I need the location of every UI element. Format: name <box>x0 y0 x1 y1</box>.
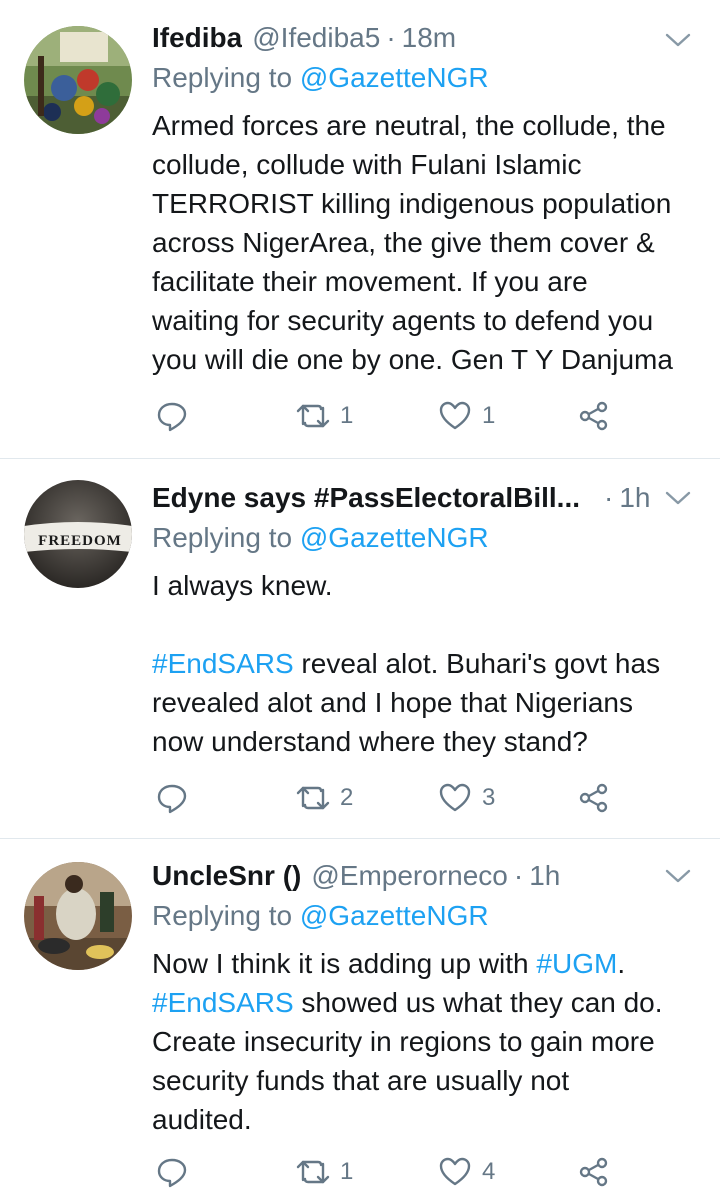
like-button[interactable]: 4 <box>438 1152 495 1192</box>
replying-prefix: Replying to <box>152 900 293 931</box>
like-button[interactable]: 1 <box>438 396 495 436</box>
like-count: 4 <box>482 1158 496 1185</box>
reply-button[interactable] <box>156 1152 188 1192</box>
chevron-down-icon[interactable] <box>664 866 692 886</box>
reply-icon <box>157 402 187 432</box>
reply-button[interactable] <box>156 396 188 436</box>
mention-link[interactable]: @GazetteNGR <box>300 900 489 931</box>
user-name[interactable]: UncleSnr () <box>152 860 301 892</box>
mention-link[interactable]: @GazetteNGR <box>300 62 489 93</box>
reply-icon <box>157 1158 187 1188</box>
share-icon <box>579 1157 608 1187</box>
heart-icon <box>439 401 471 430</box>
tweet-text: Armed forces are neutral, the collude, t… <box>152 106 696 379</box>
retweet-button[interactable]: 1 <box>296 396 353 436</box>
text-fragment: showed us what they can do. <box>293 987 663 1018</box>
retweet-icon <box>296 404 330 428</box>
text-line: Armed forces are neutral, the collude, t… <box>152 110 666 141</box>
replying-to: Replying to @GazetteNGR <box>152 522 489 554</box>
separator-dot: · <box>513 860 524 891</box>
timestamp[interactable]: 1h <box>619 482 650 514</box>
user-handle[interactable]: @Ifediba5 <box>252 22 380 54</box>
tweet-text: Now I think it is adding up with #UGM. #… <box>152 944 696 1139</box>
reply-icon <box>157 784 187 814</box>
mention-link[interactable]: @GazetteNGR <box>300 522 489 553</box>
like-button[interactable]: 3 <box>438 778 495 818</box>
retweet-count: 2 <box>340 784 354 811</box>
replying-prefix: Replying to <box>152 522 293 553</box>
timestamp[interactable]: 1h <box>529 860 560 892</box>
user-name[interactable]: Ifediba <box>152 22 242 54</box>
tweet-actions: 1 1 <box>152 396 632 436</box>
tweet[interactable]: FREEDOM Edyne says #PassElectoralBill...… <box>0 460 720 838</box>
chevron-down-icon[interactable] <box>664 488 692 508</box>
retweet-button[interactable]: 1 <box>296 1152 353 1192</box>
text-line: Now I think it is adding up with #UGM. <box>152 944 696 983</box>
hashtag-link[interactable]: #EndSARS <box>152 648 294 679</box>
text-line: I always knew. <box>152 570 333 601</box>
retweet-count: 1 <box>340 1158 354 1185</box>
share-button[interactable] <box>578 396 610 436</box>
text-fragment: Now I think it is adding up with <box>152 948 537 979</box>
avatar[interactable] <box>24 862 132 970</box>
tweet-actions: 1 4 <box>152 1152 632 1192</box>
tweet[interactable]: Ifediba @Ifediba5 · 18m Replying to @Gaz… <box>0 0 720 460</box>
text-line: security funds that are usually not <box>152 1065 570 1096</box>
retweet-button[interactable]: 2 <box>296 778 353 818</box>
user-name[interactable]: Edyne says #PassElectoralBill... <box>152 482 580 514</box>
text-line: facilitate their movement. If you are <box>152 266 588 297</box>
hashtag-link[interactable]: #UGM <box>536 948 617 979</box>
divider <box>0 838 720 839</box>
text-line: waiting for security agents to defend yo… <box>152 305 654 336</box>
divider <box>0 458 720 459</box>
text-fragment: reveal alot. Buhari's govt has <box>293 648 661 679</box>
separator-dot: · <box>604 482 614 513</box>
separator-dot: · <box>386 22 396 53</box>
like-count: 3 <box>482 784 496 811</box>
share-icon <box>579 783 608 813</box>
avatar[interactable] <box>24 26 132 134</box>
retweet-count: 1 <box>340 402 354 429</box>
tweet[interactable]: UncleSnr () @Emperorneco · 1h Replying t… <box>0 840 720 1188</box>
tweet-text: I always knew. #EndSARS reveal alot. Buh… <box>152 566 696 761</box>
text-line: TERRORIST killing indigenous population <box>152 188 672 219</box>
hashtag-link[interactable]: #EndSARS <box>152 987 294 1018</box>
text-line: #EndSARS showed us what they can do. <box>152 983 696 1022</box>
text-line: Create insecurity in regions to gain mor… <box>152 1026 655 1057</box>
text-line: collude, collude with Fulani Islamic <box>152 149 582 180</box>
text-line: revealed alot and I hope that Nigerians <box>152 687 633 718</box>
replying-to: Replying to @GazetteNGR <box>152 900 489 932</box>
replying-to: Replying to @GazetteNGR <box>152 62 489 94</box>
avatar[interactable]: FREEDOM <box>24 480 132 588</box>
timestamp[interactable]: 18m <box>402 22 456 54</box>
avatar-text: FREEDOM <box>38 533 122 549</box>
text-line: #EndSARS reveal alot. Buhari's govt has <box>152 644 696 683</box>
share-button[interactable] <box>578 778 610 818</box>
text-fragment: . <box>617 948 626 979</box>
heart-icon <box>439 783 471 812</box>
retweet-icon <box>296 786 330 810</box>
user-handle[interactable]: @Emperorneco <box>311 860 508 892</box>
retweet-icon <box>296 1160 330 1184</box>
chevron-down-icon[interactable] <box>664 30 692 50</box>
tweet-actions: 2 3 <box>152 778 632 818</box>
reply-button[interactable] <box>156 778 188 818</box>
text-line: now understand where they stand? <box>152 726 588 757</box>
heart-icon <box>439 1157 471 1186</box>
share-button[interactable] <box>578 1152 610 1192</box>
replying-prefix: Replying to <box>152 62 293 93</box>
text-line: across NigerArea, the give them cover & <box>152 227 655 258</box>
like-count: 1 <box>482 402 496 429</box>
text-line: audited. <box>152 1104 252 1135</box>
share-icon <box>579 401 608 431</box>
text-line: you will die one by one. Gen T Y Danjuma <box>152 344 673 375</box>
